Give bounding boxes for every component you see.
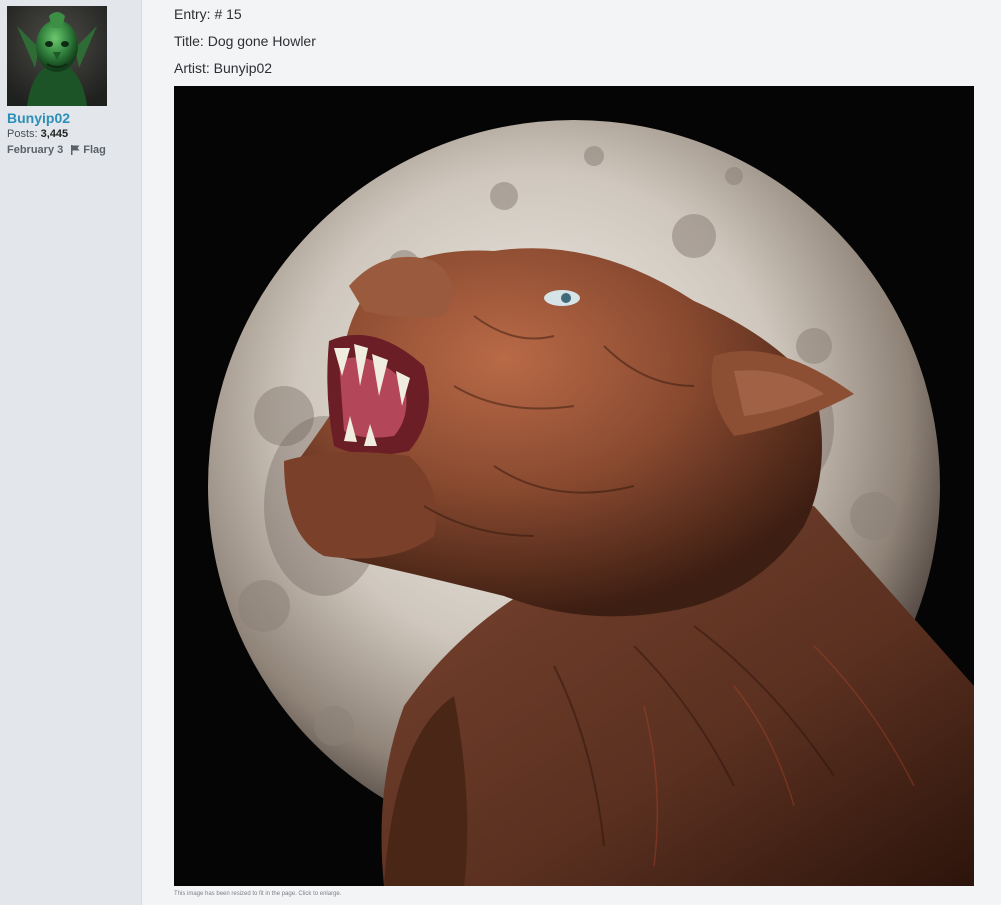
posts-label: Posts: <box>7 128 38 140</box>
posts-count: 3,445 <box>40 128 69 140</box>
title-line: Title: Dog gone Howler <box>174 33 316 49</box>
werewolf-artwork-image[interactable] <box>174 86 974 886</box>
goblin-avatar-image <box>7 6 107 106</box>
forum-post: Bunyip02 Posts: 3,445 February 3 Flag En… <box>0 0 1001 905</box>
post-meta: February 3 Flag <box>7 144 106 156</box>
author-username[interactable]: Bunyip02 <box>7 110 70 126</box>
author-sidebar: Bunyip02 Posts: 3,445 February 3 Flag <box>0 0 142 905</box>
flag-icon <box>71 145 80 155</box>
entry-line: Entry: # 15 <box>174 6 242 22</box>
resize-notice: This image has been resized to fit in th… <box>174 891 342 897</box>
author-post-count: Posts: 3,445 <box>7 128 68 140</box>
flag-label: Flag <box>83 144 106 156</box>
werewolf-moon-illustration <box>174 86 974 886</box>
flag-button[interactable]: Flag <box>71 144 106 156</box>
post-date[interactable]: February 3 <box>7 144 63 156</box>
author-avatar[interactable] <box>7 6 107 106</box>
artist-line: Artist: Bunyip02 <box>174 60 273 76</box>
